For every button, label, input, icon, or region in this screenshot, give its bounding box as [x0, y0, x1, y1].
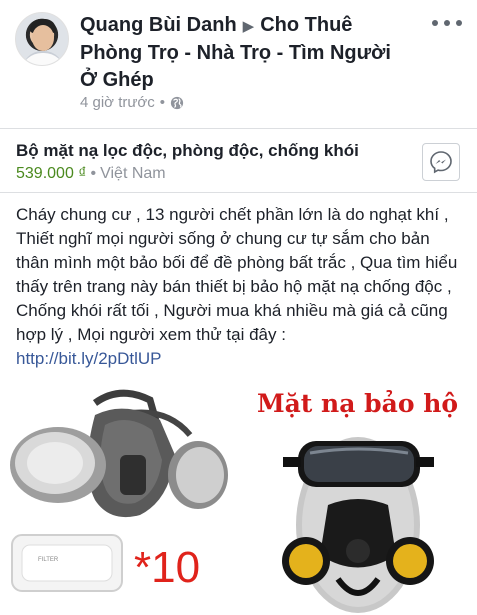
divider	[0, 192, 477, 193]
protective-mask-caption: Mặt nạ bảo hộ	[256, 389, 459, 418]
post-header: Quang Bùi Danh ▶ Cho Thuê Phòng Trọ - Nhà …	[0, 0, 477, 120]
separator-dot: •	[159, 94, 165, 111]
post-text: Cháy chung cư , 13 người chết phần lớn l…	[16, 205, 458, 344]
more-options-icon[interactable]	[432, 20, 462, 30]
post-link[interactable]: http://bit.ly/2pDtlUP	[16, 347, 466, 371]
gas-mask-goggles-photo[interactable]: Mặt nạ bảo hộ	[238, 375, 477, 615]
listing-price-row: 539.000 ₫ • Việt Nam	[16, 165, 166, 183]
author-name[interactable]: Quang Bùi Danh	[80, 14, 237, 36]
listing-location: Việt Nam	[100, 165, 166, 182]
message-seller-button[interactable]	[422, 143, 460, 181]
post-meta: 4 giờ trước •	[80, 94, 184, 111]
listing-location-separator: •	[90, 165, 97, 182]
listing-card[interactable]: Bộ mặt nạ lọc độc, phòng độc, chống khói…	[0, 128, 477, 192]
listing-title[interactable]: Bộ mặt nạ lọc độc, phòng độc, chống khói	[16, 141, 359, 161]
listing-price: 539.000 ₫	[16, 165, 87, 182]
author-avatar[interactable]	[15, 12, 69, 66]
respirator-image: FILTER	[10, 389, 228, 592]
triangle-right-icon: ▶	[242, 18, 255, 35]
post-images: FILTER *10 Mặt nạ bảo hộ	[0, 375, 477, 615]
post-title: Quang Bùi Danh ▶ Cho Thuê Phòng Trọ - Nhà …	[80, 12, 410, 94]
quantity-caption: *10	[134, 543, 201, 592]
post-time[interactable]: 4 giờ trước	[80, 94, 155, 111]
globe-icon	[170, 96, 184, 109]
post-body: Cháy chung cư , 13 người chết phần lớn l…	[16, 203, 466, 371]
svg-text:FILTER: FILTER	[38, 557, 59, 563]
respirator-half-mask-photo[interactable]: FILTER *10	[0, 375, 236, 615]
messenger-icon	[430, 151, 452, 174]
